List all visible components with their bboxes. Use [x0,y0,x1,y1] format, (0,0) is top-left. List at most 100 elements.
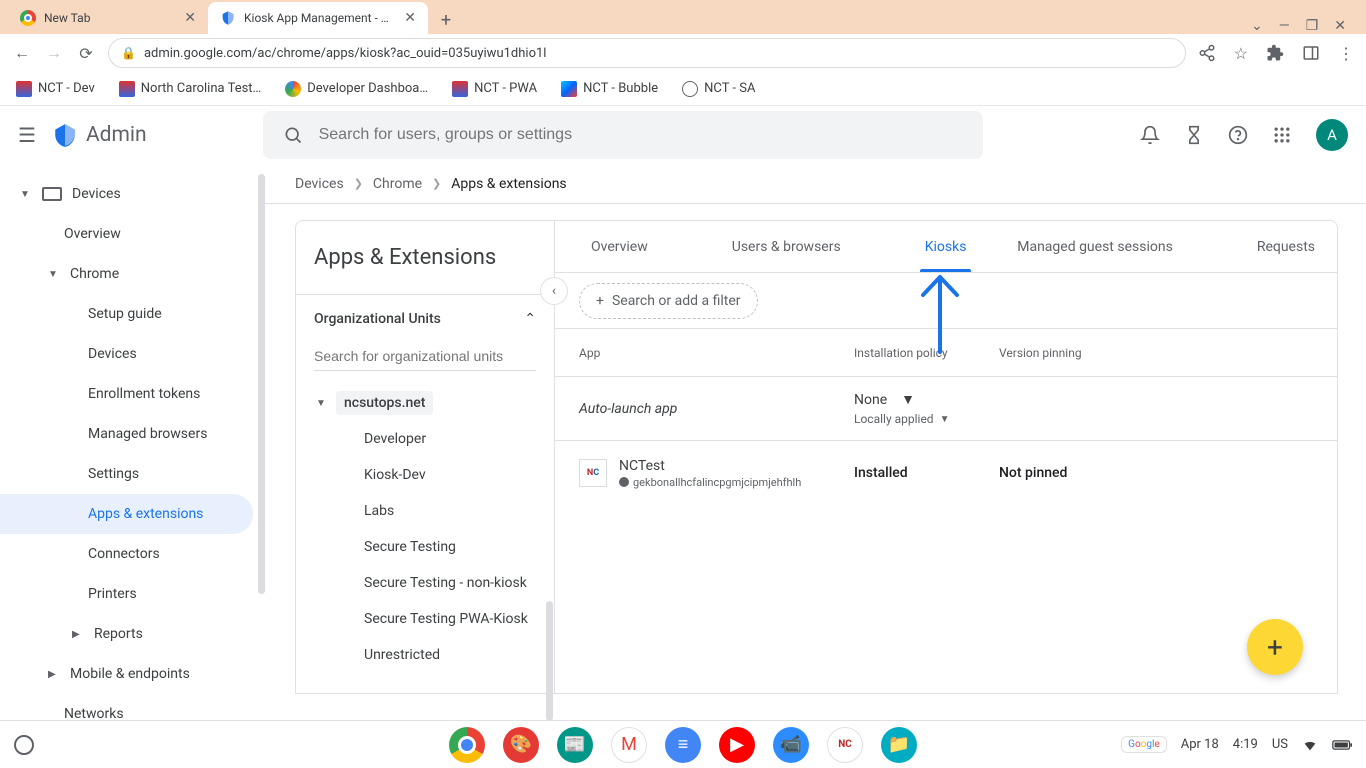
bookmark-item[interactable]: NCT - Bubble [561,81,658,97]
version-pinning-value: Not pinned [999,465,1313,481]
nav-reports[interactable]: ▶Reports [0,614,265,654]
chevron-down-icon[interactable]: ▼ [940,414,950,425]
forward-icon[interactable]: → [44,43,64,63]
shelf-zoom-icon[interactable]: 📹 [773,727,809,763]
tab-search-icon[interactable]: ⌄ [1251,18,1263,34]
close-window-icon[interactable]: ✕ [1334,18,1346,34]
ou-child[interactable]: Unrestricted [304,637,554,673]
tab-overview[interactable]: Overview [569,221,670,272]
nav-devices[interactable]: ▼Devices [0,174,265,214]
shelf: 🎨 📰 M ≡ ▶ 📹 NC 📁 Google Apr 18 4:19 US [0,720,1366,768]
tab-0[interactable]: New Tab ✕ [8,2,208,34]
apps-grid-icon[interactable] [1272,125,1292,145]
breadcrumb-item[interactable]: Chrome [373,176,422,192]
admin-logo[interactable]: Admin [52,122,147,148]
scrollbar-icon[interactable] [546,601,553,721]
wifi-icon [1302,737,1318,753]
nav-label: Connectors [88,546,160,562]
shelf-news-icon[interactable]: 📰 [557,727,593,763]
bookmark-item[interactable]: NCT - Dev [16,81,95,97]
ou-root[interactable]: ▼ncsutops.net [304,385,554,421]
star-icon[interactable]: ☆ [1234,44,1248,63]
menu-icon[interactable]: ⋮ [1338,44,1354,63]
ou-search[interactable] [314,342,536,371]
bookmark-item[interactable]: NCT - PWA [452,81,537,97]
tab-1-active[interactable]: Kiosk App Management - Admin ✕ [208,2,428,34]
hamburger-icon[interactable]: ☰ [18,123,36,147]
ou-child[interactable]: Kiosk-Dev [304,457,554,493]
new-tab-button[interactable]: + [432,6,460,34]
shelf-paint-icon[interactable]: 🎨 [503,727,539,763]
ou-name: Labs [364,503,394,519]
ou-name: Secure Testing [364,539,456,555]
admin-header: ☰ Admin A [0,106,1366,164]
maximize-icon[interactable]: ❐ [1306,18,1319,34]
nav-printers[interactable]: Printers [0,574,265,614]
admin-body: ▼Devices Overview ▼Chrome Setup guide De… [0,164,1366,720]
shelf-youtube-icon[interactable]: ▶ [719,727,755,763]
bookmark-item[interactable]: North Carolina Test… [119,81,262,97]
nav-chrome[interactable]: ▼Chrome [0,254,265,294]
search-icon [283,125,303,145]
shelf-files-icon[interactable]: 📁 [881,727,917,763]
ou-child[interactable]: Secure Testing [304,529,554,565]
shelf-chrome-icon[interactable] [449,727,485,763]
add-app-fab[interactable]: + [1247,619,1303,675]
shelf-time: 4:19 [1233,737,1258,752]
ou-section-toggle[interactable]: Organizational Units ⌃ [296,294,554,342]
nav-managed-browsers[interactable]: Managed browsers [0,414,265,454]
shelf-status[interactable]: Google Apr 18 4:19 US [1121,736,1366,753]
ou-panel: Apps & Extensions Organizational Units ⌃… [295,220,555,694]
tab-mgs[interactable]: Managed guest sessions [995,221,1195,272]
page-title: Apps & Extensions [296,221,554,294]
nav-apps-extensions[interactable]: Apps & extensions [0,494,253,534]
breadcrumb-item[interactable]: Devices [295,176,344,192]
nav-devices-sub[interactable]: Devices [0,334,265,374]
nav-label: Devices [72,186,121,202]
bookmark-item[interactable]: NCT - SA [682,81,755,97]
shelf-gmail-icon[interactable]: M [611,727,647,763]
ou-child[interactable]: Secure Testing - non-kiosk [304,565,554,601]
shelf-nctest-icon[interactable]: NC [827,727,863,763]
help-icon[interactable] [1228,125,1248,145]
close-icon[interactable]: ✕ [404,10,416,26]
nav-setup-guide[interactable]: Setup guide [0,294,265,334]
add-filter-button[interactable]: + Search or add a filter [579,283,758,319]
app-id-text: gekbonallhcfalincpgmjcipmjehfhlh [633,476,801,489]
tab-kiosks[interactable]: Kiosks [903,221,989,272]
nav-settings[interactable]: Settings [0,454,265,494]
ou-child[interactable]: Secure Testing PWA-Kiosk [304,601,554,637]
close-icon[interactable]: ✕ [184,10,196,26]
app-row[interactable]: NC NCTest gekbonallhcfalincpgmjcipmjehfh… [555,441,1337,505]
bell-icon[interactable] [1140,125,1160,145]
bookmark-item[interactable]: Developer Dashboa… [285,81,428,97]
tab-requests[interactable]: Requests [1235,221,1337,272]
ou-search-input[interactable] [314,342,536,370]
nav-enrollment[interactable]: Enrollment tokens [0,374,265,414]
ou-child[interactable]: Labs [304,493,554,529]
search-input[interactable] [319,126,963,144]
search-bar[interactable] [263,111,983,159]
tab-label: Kiosks [925,239,967,255]
reload-icon[interactable]: ⟳ [76,44,96,63]
omnibox[interactable]: 🔒 admin.google.com/ac/chrome/apps/kiosk?… [108,38,1186,68]
tab-label: Requests [1257,239,1315,255]
shelf-lang: US [1272,737,1288,752]
ou-name: Unrestricted [364,647,440,663]
share-icon[interactable] [1198,44,1216,62]
side-panel-icon[interactable] [1302,44,1320,62]
launcher-button[interactable] [0,735,48,755]
ou-child[interactable]: Developer [304,421,554,457]
nav-mobile[interactable]: ▶Mobile & endpoints [0,654,265,694]
auto-launch-select[interactable]: None ▼ [854,391,1313,408]
hourglass-icon[interactable] [1184,125,1204,145]
tab-users-browsers[interactable]: Users & browsers [710,221,863,272]
nav-connectors[interactable]: Connectors [0,534,265,574]
extensions-icon[interactable] [1266,44,1284,62]
shelf-docs-icon[interactable]: ≡ [665,727,701,763]
nav-overview[interactable]: Overview [0,214,265,254]
minimize-icon[interactable]: — [1279,18,1290,34]
avatar[interactable]: A [1316,119,1348,151]
chevron-up-icon: ⌃ [524,311,536,327]
back-icon[interactable]: ← [12,43,32,63]
